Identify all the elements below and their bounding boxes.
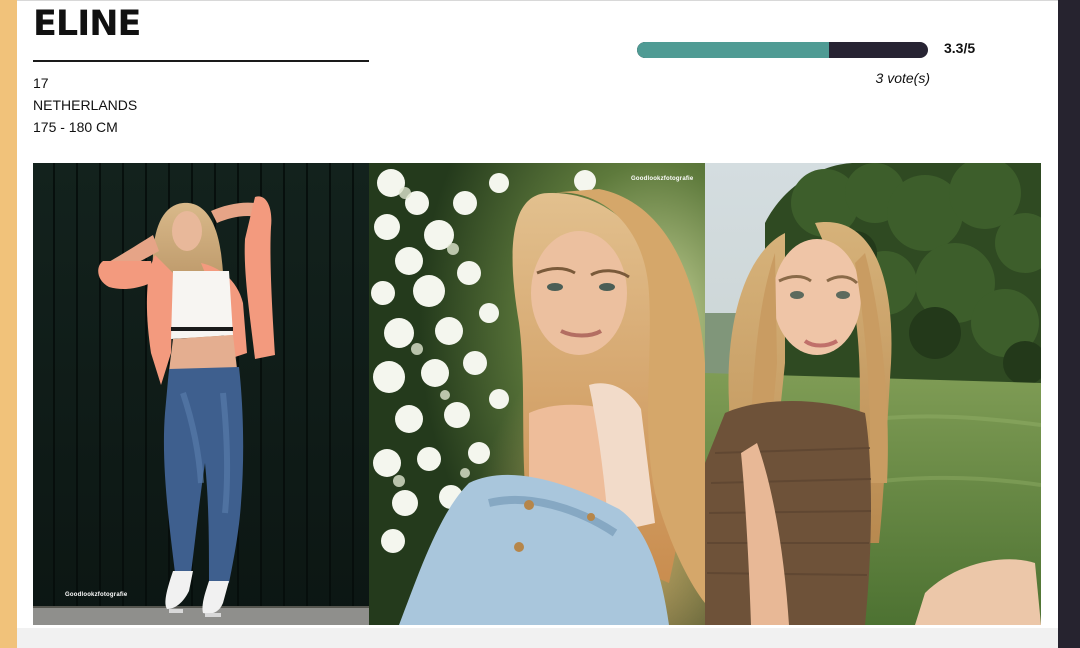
photo-1-image	[33, 163, 369, 625]
profile-info: 17 NETHERLANDS 175 - 180 CM	[33, 72, 137, 138]
profile-height: 175 - 180 CM	[33, 119, 118, 135]
left-accent-strip	[0, 0, 17, 648]
model-name: ELINE	[33, 4, 141, 44]
vote-count: 3 vote(s)	[875, 70, 930, 86]
photo-2-image	[369, 163, 705, 625]
photo-1-watermark: Goodlookzfotografie	[65, 592, 128, 598]
profile-photo-2[interactable]: Goodlookzfotografie	[369, 163, 705, 625]
profile-country: NETHERLANDS	[33, 97, 138, 113]
photo-2-watermark: Goodlookzfotografie	[631, 176, 694, 182]
photo-3-image	[705, 163, 1041, 625]
profile-photo-3[interactable]	[705, 163, 1041, 625]
rating-bar-fill	[637, 42, 830, 58]
page-bottom-area	[17, 628, 1058, 648]
name-underline	[33, 60, 369, 62]
profile-age: 17	[33, 75, 49, 91]
rating-bar	[637, 42, 928, 58]
rating-score: 3.3/5	[944, 40, 976, 56]
profile-photo-1[interactable]: Goodlookzfotografie	[33, 163, 369, 625]
right-edge-strip	[1058, 0, 1080, 648]
